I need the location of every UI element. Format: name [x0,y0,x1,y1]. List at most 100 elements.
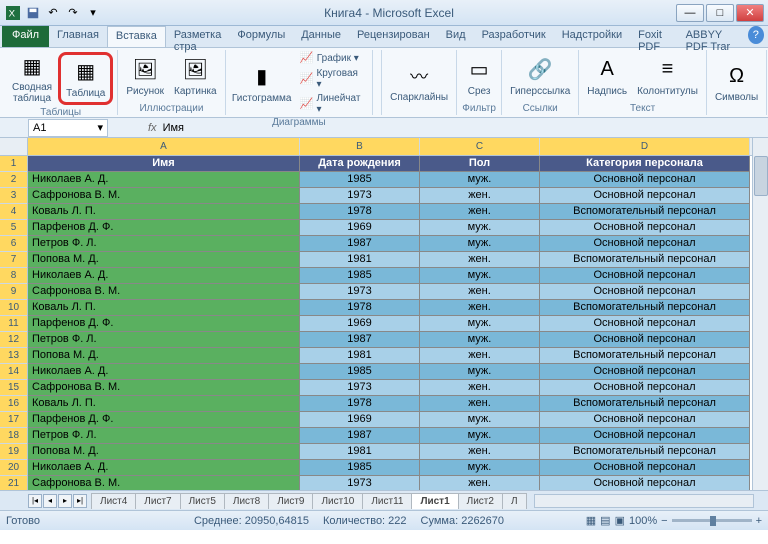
ribbon-tab-1[interactable]: Вставка [107,26,166,47]
chevron-down-icon[interactable]: ▾ [97,121,103,134]
row-header[interactable]: 17 [0,412,27,428]
ribbon-btn-Сводная-таблица[interactable]: ▦Сводная таблица [8,50,56,106]
cell[interactable]: муж. [420,220,540,236]
ribbon-tab-3[interactable]: Формулы [229,26,293,47]
cell[interactable]: жен. [420,348,540,364]
ribbon-small-График[interactable]: 📈График ▾ [296,50,368,66]
cell[interactable]: Основной персонал [540,268,750,284]
row-header[interactable]: 16 [0,396,27,412]
row-header[interactable]: 15 [0,380,27,396]
sheet-tab-Лист8[interactable]: Лист8 [224,493,269,509]
maximize-button[interactable]: □ [706,4,734,22]
cell[interactable]: 1978 [300,300,420,316]
sheet-tab-Лист10[interactable]: Лист10 [312,493,363,509]
cell[interactable]: 1978 [300,204,420,220]
ribbon-tab-8[interactable]: Надстройки [554,26,630,47]
cell[interactable]: Основной персонал [540,220,750,236]
ribbon-tab-5[interactable]: Рецензирован [349,26,438,47]
cell[interactable]: Попова М. Д. [28,252,300,268]
cell[interactable]: 1978 [300,396,420,412]
cell[interactable]: 1985 [300,460,420,476]
cell[interactable]: муж. [420,268,540,284]
row-header[interactable]: 3 [0,188,27,204]
close-button[interactable]: ✕ [736,4,764,22]
help-icon[interactable]: ? [748,26,764,44]
cell[interactable]: Основной персонал [540,332,750,348]
sheet-tab-Лист1[interactable]: Лист1 [411,493,458,509]
cell[interactable]: 1987 [300,332,420,348]
cell[interactable]: Николаев А. Д. [28,172,300,188]
column-header-A[interactable]: A [28,138,300,155]
row-header[interactable]: 11 [0,316,27,332]
view-layout-icon[interactable]: ▤ [600,514,610,527]
fx-icon[interactable]: fx [148,122,157,134]
ribbon-small-Круговая[interactable]: 📈Круговая ▾ [296,67,368,91]
ribbon-btn-Колонтитулы[interactable]: ≡Колонтитулы [633,54,702,99]
view-break-icon[interactable]: ▣ [615,514,625,527]
table-header-cell[interactable]: Пол [420,156,540,172]
cell[interactable]: 1969 [300,220,420,236]
cell[interactable]: муж. [420,364,540,380]
column-header-C[interactable]: C [420,138,540,155]
cells-area[interactable]: ABCD ИмяДата рожденияПолКатегория персон… [28,138,752,490]
ribbon-tab-10[interactable]: ABBYY PDF Trar [678,26,748,47]
select-all-button[interactable] [0,138,27,156]
ribbon-btn-Таблица[interactable]: ▦Таблица [62,56,109,101]
cell[interactable]: Основной персонал [540,476,750,490]
ribbon-btn-Срез[interactable]: ▭Срез [461,54,497,99]
row-header[interactable]: 18 [0,428,27,444]
ribbon-tab-0[interactable]: Главная [49,26,107,47]
sheet-nav-prev[interactable]: ◂ [43,494,57,508]
cell[interactable]: Вспомогательный персонал [540,348,750,364]
minimize-button[interactable]: — [676,4,704,22]
sheet-tab-Лист11[interactable]: Лист11 [362,493,412,509]
cell[interactable]: жен. [420,284,540,300]
cell[interactable]: Основной персонал [540,364,750,380]
cell[interactable]: жен. [420,396,540,412]
table-header-cell[interactable]: Имя [28,156,300,172]
sheet-tab-Лист5[interactable]: Лист5 [180,493,225,509]
cell[interactable]: 1969 [300,412,420,428]
cell[interactable]: жен. [420,476,540,490]
cell[interactable]: Парфенов Д. Ф. [28,316,300,332]
sheet-tab-Лист4[interactable]: Лист4 [91,493,136,509]
cell[interactable]: Сафронова В. М. [28,284,300,300]
row-header[interactable]: 8 [0,268,27,284]
row-header[interactable]: 6 [0,236,27,252]
cell[interactable]: Основной персонал [540,172,750,188]
row-header[interactable]: 4 [0,204,27,220]
undo-icon[interactable]: ↶ [44,4,62,22]
row-header[interactable]: 19 [0,444,27,460]
cell[interactable]: муж. [420,428,540,444]
zoom-slider[interactable] [672,519,752,522]
row-header[interactable]: 9 [0,284,27,300]
zoom-label[interactable]: 100% [629,515,657,527]
ribbon-tab-2[interactable]: Разметка стра [166,26,230,47]
cell[interactable]: жен. [420,444,540,460]
cell[interactable]: муж. [420,236,540,252]
cell[interactable]: Николаев А. Д. [28,460,300,476]
ribbon-tab-4[interactable]: Данные [293,26,349,47]
cell[interactable]: жен. [420,380,540,396]
view-normal-icon[interactable]: ▦ [586,514,596,527]
row-header[interactable]: 7 [0,252,27,268]
ribbon-tab-6[interactable]: Вид [438,26,474,47]
sheet-nav-last[interactable]: ▸| [73,494,87,508]
cell[interactable]: жен. [420,204,540,220]
cell[interactable]: 1981 [300,252,420,268]
cell[interactable]: муж. [420,172,540,188]
vertical-scrollbar[interactable] [752,138,768,490]
row-header[interactable]: 2 [0,172,27,188]
cell[interactable]: Сафронова В. М. [28,188,300,204]
cell[interactable]: муж. [420,316,540,332]
sheet-tab-Лист7[interactable]: Лист7 [135,493,180,509]
cell[interactable]: 1973 [300,380,420,396]
cell[interactable]: 1973 [300,188,420,204]
cell[interactable]: жен. [420,252,540,268]
zoom-out-button[interactable]: − [661,515,667,527]
cell[interactable]: Сафронова В. М. [28,380,300,396]
row-header[interactable]: 1 [0,156,27,172]
cell[interactable]: Основной персонал [540,188,750,204]
cell[interactable]: жен. [420,188,540,204]
cell[interactable]: Коваль Л. П. [28,204,300,220]
